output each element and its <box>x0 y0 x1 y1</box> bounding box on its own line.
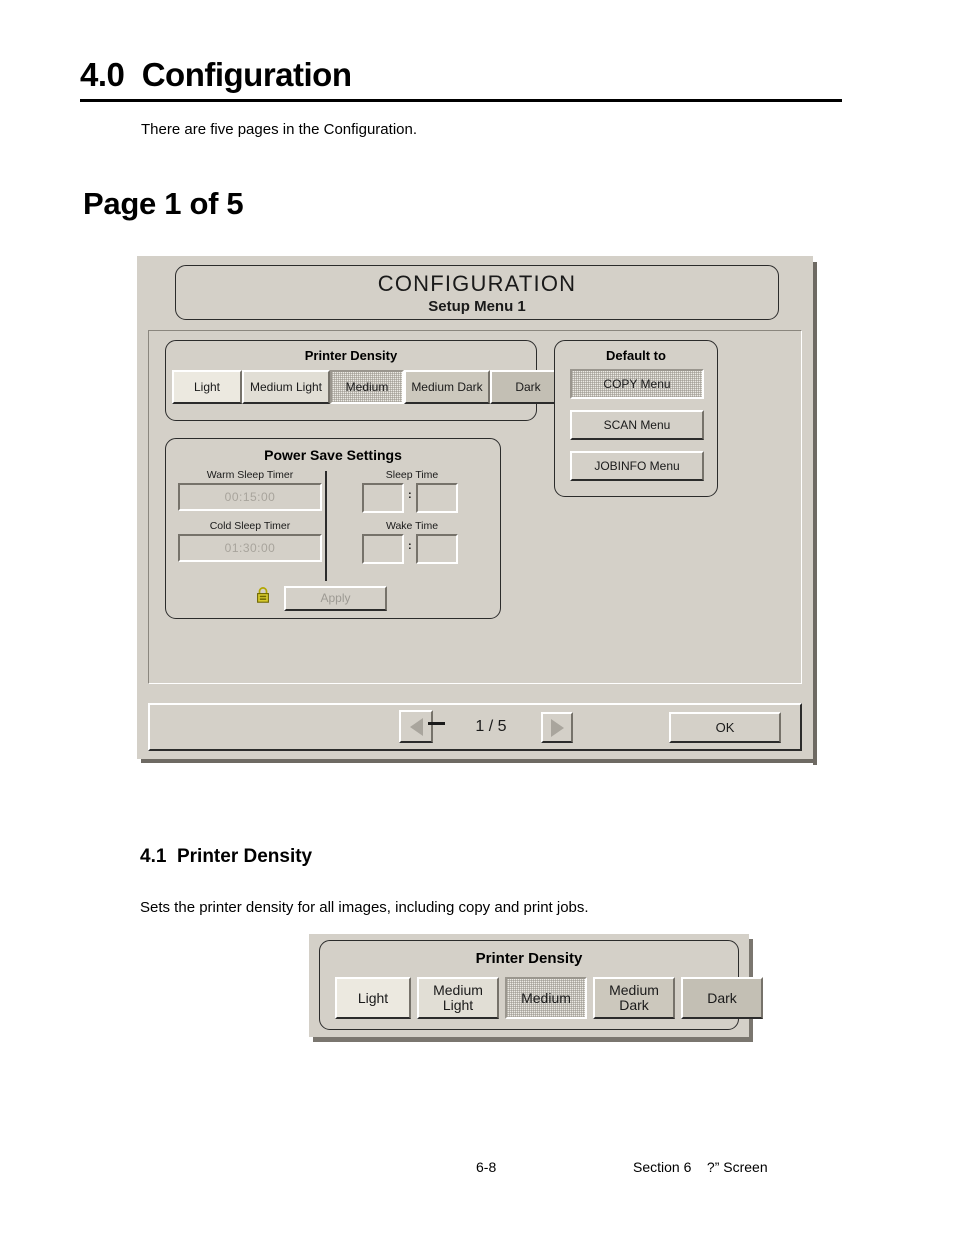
figure-density-option-medium[interactable]: Medium <box>505 977 587 1019</box>
wake-time-minutes-field[interactable] <box>416 534 458 564</box>
screen-title: CONFIGURATION <box>377 271 577 296</box>
default-to-scan-menu-button[interactable]: SCAN Menu <box>570 410 704 440</box>
figure-density-option-dark[interactable]: Dark <box>681 977 763 1019</box>
wake-time-label: Wake Time <box>385 520 439 532</box>
figure-density-option-light[interactable]: Light <box>335 977 411 1019</box>
page-subheading: Page 1 of 5 <box>83 186 244 221</box>
sleep-time-minutes-field[interactable] <box>416 483 458 513</box>
page-title: 4.0 Configuration <box>80 56 352 93</box>
wake-time-hours-field[interactable] <box>362 534 404 564</box>
apply-button[interactable]: Apply <box>284 586 387 611</box>
triangle-left-icon <box>409 717 423 736</box>
figure-density-option-medium-light[interactable]: Medium Light <box>417 977 499 1019</box>
footer-page-number: 6-8 <box>476 1159 497 1175</box>
previous-page-button[interactable] <box>399 710 433 743</box>
title-rule <box>80 99 842 102</box>
next-page-button[interactable] <box>541 712 573 743</box>
printer-density-group: Printer Density Light Medium Light Mediu… <box>165 340 566 421</box>
power-save-divider <box>325 471 327 581</box>
section-heading: 4.1 Printer Density <box>140 846 313 867</box>
footer-section-label: Section 6 ?” Screen <box>633 1159 768 1175</box>
section-paragraph: Sets the printer density for all images,… <box>140 899 589 916</box>
figure-density-option-medium-dark[interactable]: Medium Dark <box>593 977 675 1019</box>
cold-sleep-timer-label: Cold Sleep Timer <box>209 520 291 532</box>
cold-sleep-timer-field[interactable]: 01:30:00 <box>178 534 322 562</box>
page-counter: 1 / 5 <box>475 718 507 735</box>
default-to-title: Default to <box>606 348 666 363</box>
device-shadow-right <box>813 262 817 765</box>
triangle-right-icon <box>550 718 564 737</box>
printer-density-title: Printer Density <box>304 348 398 363</box>
power-save-group: Power Save Settings Warm Sleep Timer 00:… <box>165 438 501 619</box>
pointer-cursor-artifact <box>428 722 445 725</box>
sleep-time-label: Sleep Time <box>385 469 439 481</box>
default-to-group: Default to COPY Menu SCAN Menu JOBINFO M… <box>554 340 718 497</box>
warm-sleep-timer-label: Warm Sleep Timer <box>206 469 294 481</box>
density-option-medium-dark[interactable]: Medium Dark <box>404 370 490 404</box>
ok-button[interactable]: OK <box>669 712 781 743</box>
default-to-copy-menu-button[interactable]: COPY Menu <box>570 369 704 399</box>
density-option-medium-light[interactable]: Medium Light <box>242 370 330 404</box>
screen-header: CONFIGURATION Setup Menu 1 <box>175 265 779 320</box>
warm-sleep-timer-field[interactable]: 00:15:00 <box>178 483 322 511</box>
figure-printer-density-group: Printer Density Light Medium Light Mediu… <box>319 940 763 1030</box>
figure-printer-density-title: Printer Density <box>475 950 583 967</box>
screen-subtitle: Setup Menu 1 <box>428 298 526 315</box>
default-to-jobinfo-menu-button[interactable]: JOBINFO Menu <box>570 451 704 481</box>
device-shadow-bottom <box>141 759 817 763</box>
intro-paragraph: There are five pages in the Configuratio… <box>141 121 417 138</box>
density-option-light[interactable]: Light <box>172 370 242 404</box>
sleep-time-separator: : <box>408 489 412 501</box>
power-save-title: Power Save Settings <box>264 447 402 463</box>
sleep-time-hours-field[interactable] <box>362 483 404 513</box>
density-option-medium[interactable]: Medium <box>330 370 404 404</box>
wake-time-separator: : <box>408 540 412 552</box>
padlock-icon <box>256 587 270 603</box>
